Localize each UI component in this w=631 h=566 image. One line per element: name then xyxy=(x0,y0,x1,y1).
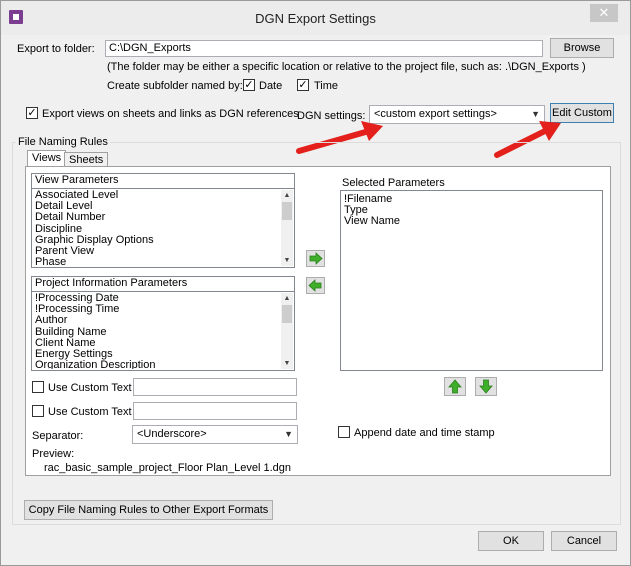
move-down-button[interactable] xyxy=(475,377,497,396)
browse-button[interactable]: Browse xyxy=(550,38,614,58)
export-folder-input[interactable]: C:\DGN_Exports xyxy=(105,40,543,57)
dgn-settings-value: <custom export settings> xyxy=(374,108,497,120)
ok-button[interactable]: OK xyxy=(478,531,544,551)
selected-parameters-label: Selected Parameters xyxy=(342,177,445,189)
date-label: Date xyxy=(259,80,283,92)
preview-value: rac_basic_sample_project_Floor Plan_Leve… xyxy=(44,462,292,474)
arrow-right-icon xyxy=(309,252,323,265)
append-timestamp-checkbox[interactable] xyxy=(338,426,350,438)
time-checkbox[interactable]: ✓ xyxy=(297,79,309,91)
list-item[interactable]: Phase xyxy=(35,257,280,266)
scroll-thumb[interactable] xyxy=(282,305,292,323)
selected-parameters-list[interactable]: !Filename Type View Name xyxy=(340,190,603,371)
scroll-down-icon[interactable]: ▼ xyxy=(281,255,293,266)
custom-text2-checkbox[interactable] xyxy=(32,405,44,417)
time-label: Time xyxy=(314,80,339,92)
export-views-sheets-checkbox[interactable]: ✓ xyxy=(26,107,38,119)
arrow-up-icon xyxy=(448,379,462,394)
tab-sheets[interactable]: Sheets xyxy=(64,152,109,167)
remove-parameter-button[interactable] xyxy=(306,277,325,294)
custom-text1-checkbox[interactable] xyxy=(32,381,44,393)
custom-text2-input[interactable] xyxy=(133,402,297,420)
tab-views[interactable]: Views xyxy=(27,150,67,167)
separator-value: <Underscore> xyxy=(137,428,207,440)
title-bar: DGN Export Settings ✕ xyxy=(1,1,630,35)
chevron-down-icon: ▼ xyxy=(284,429,293,439)
list-item[interactable]: !Processing Time xyxy=(35,303,280,315)
separator-label: Separator: xyxy=(32,430,84,442)
list-item[interactable]: !Filename xyxy=(344,194,599,205)
view-parameters-header: View Parameters xyxy=(32,174,294,189)
append-timestamp-label: Append date and time stamp xyxy=(354,427,495,439)
arrow-left-icon xyxy=(308,279,322,292)
folder-hint: (The folder may be either a specific loc… xyxy=(107,61,586,73)
project-parameters-list[interactable]: Project Information Parameters !Processi… xyxy=(31,276,295,371)
scroll-up-icon[interactable]: ▲ xyxy=(281,190,293,201)
copy-naming-rules-button[interactable]: Copy File Naming Rules to Other Export F… xyxy=(24,500,273,520)
project-parameters-scrollbar[interactable]: ▲ ▼ xyxy=(281,293,293,369)
custom-text1-input[interactable] xyxy=(133,378,297,396)
list-item[interactable]: View Name xyxy=(344,216,599,227)
subfolder-label: Create subfolder named by: xyxy=(107,80,243,92)
file-naming-group-label: File Naming Rules xyxy=(16,136,110,148)
window-title: DGN Export Settings xyxy=(255,11,376,26)
scroll-up-icon[interactable]: ▲ xyxy=(281,293,293,304)
arrow-down-icon xyxy=(479,379,493,394)
close-button[interactable]: ✕ xyxy=(590,4,618,22)
project-parameters-header: Project Information Parameters xyxy=(32,277,294,292)
scroll-thumb[interactable] xyxy=(282,202,292,220)
custom-text2-label: Use Custom Text 2 xyxy=(48,406,141,418)
dialog-window: DGN Export Settings ✕ Export to folder: … xyxy=(0,0,631,566)
list-item[interactable]: Parent View xyxy=(35,245,280,257)
scroll-down-icon[interactable]: ▼ xyxy=(281,358,293,369)
list-item[interactable]: Detail Number xyxy=(35,212,280,223)
view-parameters-list[interactable]: View Parameters Associated Level Detail L… xyxy=(31,173,295,268)
move-up-button[interactable] xyxy=(444,377,466,396)
cancel-button[interactable]: Cancel xyxy=(551,531,617,551)
separator-dropdown[interactable]: <Underscore> ▼ xyxy=(132,425,298,444)
list-item[interactable]: Organization Description xyxy=(35,360,280,369)
list-item[interactable]: Author xyxy=(35,315,280,326)
custom-text1-label: Use Custom Text 1 xyxy=(48,382,141,394)
export-folder-label: Export to folder: xyxy=(17,43,95,55)
export-views-sheets-label: Export views on sheets and links as DGN … xyxy=(42,108,299,120)
view-parameters-scrollbar[interactable]: ▲ ▼ xyxy=(281,190,293,266)
preview-label: Preview: xyxy=(32,448,75,460)
date-checkbox[interactable]: ✓ xyxy=(243,79,255,91)
add-parameter-button[interactable] xyxy=(306,250,325,267)
